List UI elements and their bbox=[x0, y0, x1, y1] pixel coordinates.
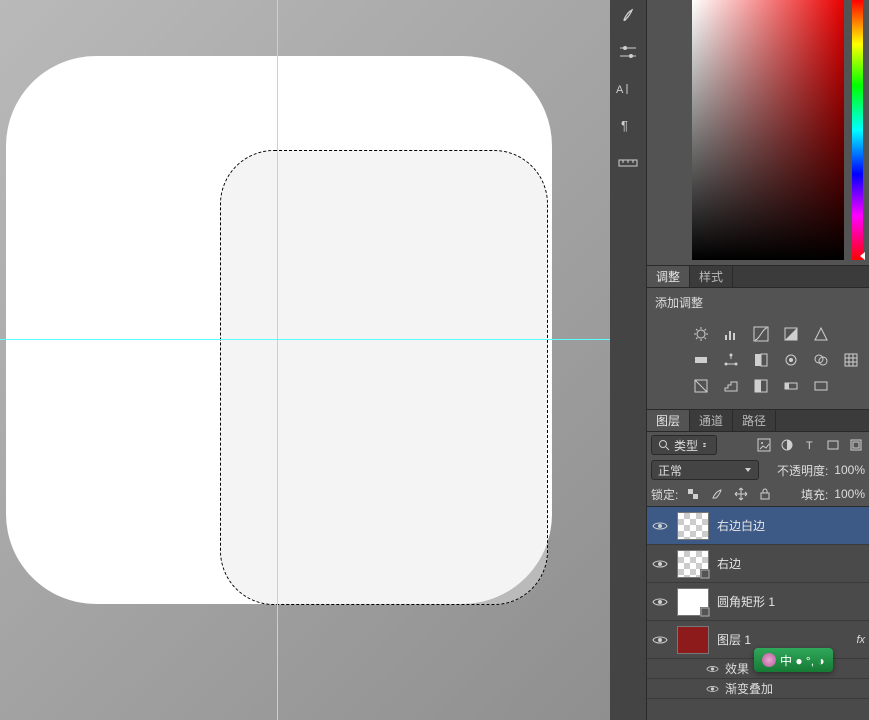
color-balance-icon[interactable] bbox=[721, 350, 741, 370]
layer-thumbnail[interactable] bbox=[677, 626, 709, 654]
channel-mixer-icon[interactable] bbox=[811, 350, 831, 370]
color-picker-panel bbox=[647, 0, 869, 266]
guide-vertical[interactable] bbox=[277, 0, 278, 720]
tab-adjustments[interactable]: 调整 bbox=[647, 266, 690, 287]
hue-sat-icon[interactable] bbox=[691, 350, 711, 370]
color-sv-field[interactable] bbox=[692, 0, 844, 260]
ime-logo-icon bbox=[762, 653, 776, 667]
photo-filter-icon[interactable] bbox=[781, 350, 801, 370]
lock-all-icon[interactable] bbox=[756, 485, 774, 503]
fill-label: 填充: bbox=[801, 486, 828, 503]
tab-channels[interactable]: 通道 bbox=[690, 410, 733, 431]
panel-dock-strip: A ¶ bbox=[610, 0, 647, 720]
lock-pixels-icon[interactable] bbox=[708, 485, 726, 503]
brush-preset-icon[interactable] bbox=[613, 4, 643, 28]
tab-styles[interactable]: 样式 bbox=[690, 266, 733, 287]
levels-icon[interactable] bbox=[721, 324, 741, 344]
tab-layers[interactable]: 图层 bbox=[647, 410, 690, 431]
effect-name: 渐变叠加 bbox=[725, 680, 773, 697]
opacity-label: 不透明度: bbox=[777, 462, 828, 479]
paragraph-panel-icon[interactable]: ¶ bbox=[613, 114, 643, 138]
marquee-selection bbox=[220, 150, 548, 605]
gradient-map-icon[interactable] bbox=[781, 376, 801, 396]
layer-filter-label: 类型 bbox=[674, 437, 698, 454]
threshold-icon[interactable] bbox=[751, 376, 771, 396]
filter-pixel-icon[interactable] bbox=[755, 436, 773, 454]
filter-adjustment-icon[interactable] bbox=[778, 436, 796, 454]
adjustments-panel: 调整 样式 添加调整 bbox=[647, 266, 869, 410]
effects-label: 效果 bbox=[725, 660, 749, 677]
visibility-toggle-icon[interactable] bbox=[651, 593, 669, 611]
adjustments-title: 添加调整 bbox=[655, 294, 861, 311]
layers-panel: 图层 通道 路径 类型 T 正常 bbox=[647, 410, 869, 720]
posterize-icon[interactable] bbox=[721, 376, 741, 396]
lock-position-icon[interactable] bbox=[732, 485, 750, 503]
selective-color-icon[interactable] bbox=[811, 376, 831, 396]
fill-value[interactable]: 100% bbox=[834, 487, 865, 501]
panel-stack: 调整 样式 添加调整 bbox=[647, 0, 869, 720]
layer-name[interactable]: 右边白边 bbox=[717, 517, 865, 534]
layer-name[interactable]: 圆角矩形 1 bbox=[717, 593, 865, 610]
layer-thumbnail[interactable] bbox=[677, 512, 709, 540]
layer-name[interactable]: 图层 1 bbox=[717, 631, 848, 648]
svg-text:T: T bbox=[806, 440, 813, 452]
fx-indicator-icon[interactable]: fx bbox=[856, 634, 865, 646]
layer-list: 右边白边 右边 圆角矩形 1 图层 1 fx bbox=[647, 506, 869, 720]
visibility-toggle-icon[interactable] bbox=[651, 555, 669, 573]
guide-horizontal[interactable] bbox=[0, 339, 610, 340]
visibility-toggle-icon[interactable] bbox=[651, 631, 669, 649]
ime-text: 中 ● °, ◑ bbox=[780, 652, 825, 669]
canvas-area[interactable] bbox=[0, 0, 610, 720]
color-lookup-icon[interactable] bbox=[841, 350, 861, 370]
layer-effect-item[interactable]: 渐变叠加 bbox=[647, 679, 869, 699]
lock-transparency-icon[interactable] bbox=[684, 485, 702, 503]
visibility-toggle-icon[interactable] bbox=[651, 517, 669, 535]
brightness-contrast-icon[interactable] bbox=[691, 324, 711, 344]
filter-smart-icon[interactable] bbox=[847, 436, 865, 454]
panels-sidebar: A ¶ 调整 样式 添加调整 bbox=[610, 0, 869, 720]
bw-icon[interactable] bbox=[751, 350, 771, 370]
layer-filter-select[interactable]: 类型 bbox=[651, 435, 717, 455]
ime-indicator[interactable]: 中 ● °, ◑ bbox=[754, 648, 833, 672]
layer-row[interactable]: 圆角矩形 1 bbox=[647, 583, 869, 621]
filter-type-icon[interactable]: T bbox=[801, 436, 819, 454]
layer-thumbnail[interactable] bbox=[677, 588, 709, 616]
measure-log-icon[interactable] bbox=[613, 150, 643, 174]
blend-mode-label: 正常 bbox=[658, 462, 682, 479]
character-panel-icon[interactable]: A bbox=[613, 76, 643, 102]
layer-thumbnail[interactable] bbox=[677, 550, 709, 578]
color-hue-strip[interactable] bbox=[852, 0, 863, 260]
visibility-toggle-icon[interactable] bbox=[705, 682, 719, 696]
curves-icon[interactable] bbox=[751, 324, 771, 344]
layer-row[interactable]: 右边 bbox=[647, 545, 869, 583]
svg-text:¶: ¶ bbox=[621, 118, 628, 133]
sliders-icon[interactable] bbox=[613, 40, 643, 64]
blend-mode-select[interactable]: 正常 bbox=[651, 460, 759, 480]
filter-shape-icon[interactable] bbox=[824, 436, 842, 454]
vibrance-icon[interactable] bbox=[811, 324, 831, 344]
exposure-icon[interactable] bbox=[781, 324, 801, 344]
lock-label: 锁定: bbox=[651, 486, 678, 503]
invert-icon[interactable] bbox=[691, 376, 711, 396]
tab-paths[interactable]: 路径 bbox=[733, 410, 776, 431]
layer-row[interactable]: 右边白边 bbox=[647, 507, 869, 545]
opacity-value[interactable]: 100% bbox=[834, 463, 865, 477]
visibility-toggle-icon[interactable] bbox=[705, 662, 719, 676]
layer-name[interactable]: 右边 bbox=[717, 555, 865, 572]
svg-text:A: A bbox=[616, 84, 624, 95]
